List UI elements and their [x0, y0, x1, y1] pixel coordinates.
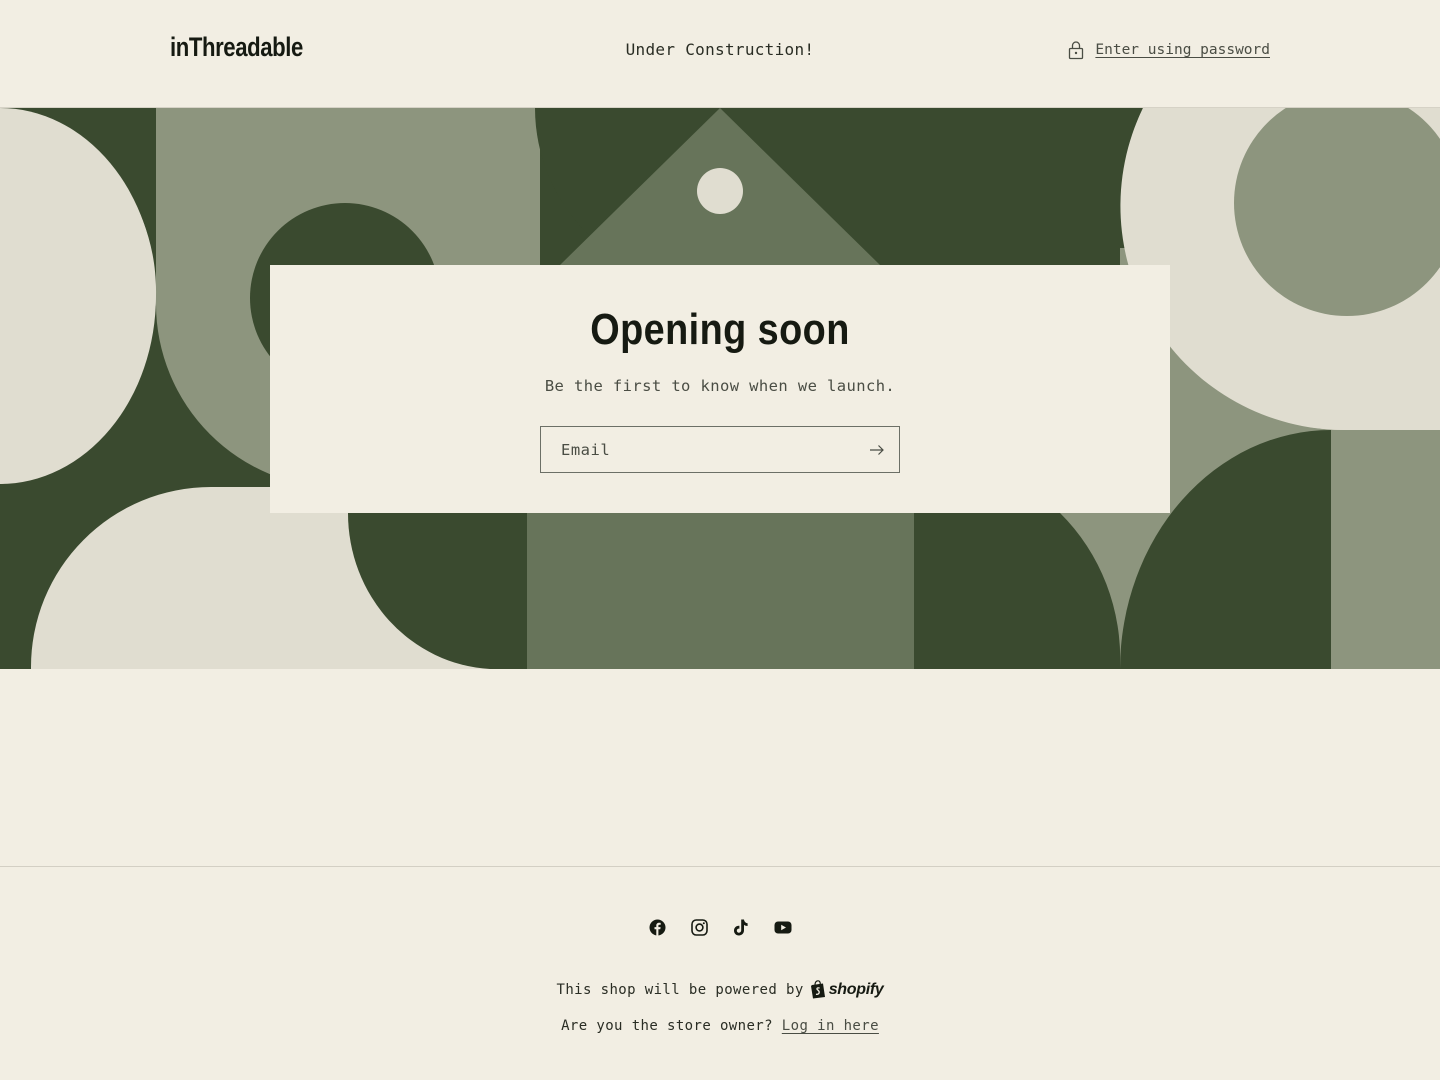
shopify-logo[interactable]: shopify [810, 980, 884, 999]
tiktok-icon[interactable] [732, 918, 750, 936]
card-subtitle: Be the first to know when we launch. [544, 377, 896, 395]
subscribe-button[interactable] [855, 427, 899, 472]
footer-divider [0, 866, 1440, 867]
facebook-icon[interactable] [648, 918, 666, 936]
owner-question: Are you the store owner? [561, 1018, 773, 1034]
youtube-icon[interactable] [774, 918, 792, 936]
email-form [540, 426, 900, 473]
page-title: Opening soon [590, 305, 850, 354]
lock-icon [1067, 40, 1085, 60]
enter-password-label[interactable]: Enter using password [1095, 42, 1270, 58]
powered-by-text: This shop will be powered by [556, 981, 804, 998]
store-owner-line: Are you the store owner? Log in here [0, 1018, 1440, 1034]
newsletter-card: Opening soon Be the first to know when w… [270, 265, 1170, 513]
powered-by: This shop will be powered by shopify [0, 980, 1440, 999]
instagram-icon[interactable] [690, 918, 708, 936]
email-input[interactable] [541, 439, 855, 460]
shopify-bag-icon [810, 980, 825, 999]
header: inThreadable Under Construction! Enter u… [0, 0, 1440, 108]
arrow-right-icon [870, 444, 884, 455]
login-link[interactable]: Log in here [782, 1018, 879, 1034]
enter-password-link[interactable]: Enter using password [1067, 40, 1270, 60]
shopify-label: shopify [828, 980, 884, 998]
social-links [0, 918, 1440, 936]
